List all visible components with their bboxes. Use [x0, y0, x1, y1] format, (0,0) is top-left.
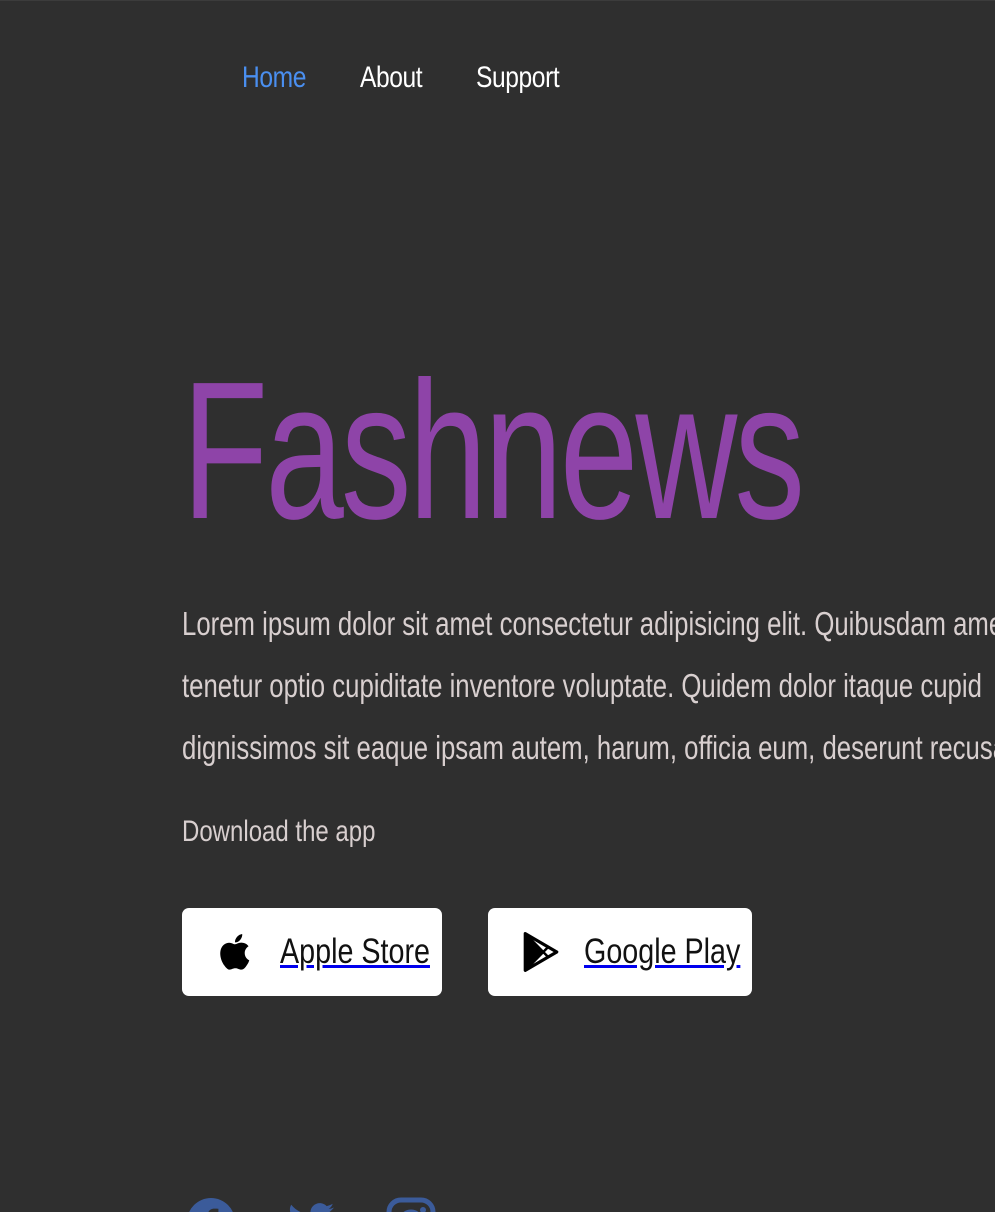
hero-paragraph-line: tenetur optio cupiditate inventore volup…	[182, 667, 982, 704]
apple-store-button[interactable]: Apple Store	[182, 908, 442, 996]
facebook-icon[interactable]	[186, 1197, 236, 1212]
google-play-label: Google Play	[584, 932, 741, 971]
apple-icon	[216, 931, 258, 973]
hero-paragraph-line: dignissimos sit eaque ipsam autem, harum…	[182, 729, 995, 766]
apple-store-label: Apple Store	[280, 932, 430, 971]
social-links	[186, 1197, 436, 1212]
nav-about-link[interactable]: About	[360, 61, 423, 95]
page: Home About Support Fashnews Lorem ipsum …	[0, 0, 995, 1212]
google-play-icon	[520, 931, 562, 973]
download-label: Download the app	[182, 815, 376, 848]
hero-paragraph-line: Lorem ipsum dolor sit amet consectetur a…	[182, 605, 995, 642]
instagram-icon[interactable]	[386, 1197, 436, 1212]
hero-paragraph: Lorem ipsum dolor sit amet consectetur a…	[182, 593, 995, 779]
google-play-button[interactable]: Google Play	[488, 908, 752, 996]
nav-support-link[interactable]: Support	[476, 61, 560, 95]
main-nav: Home About Support	[242, 61, 578, 95]
nav-home-link[interactable]: Home	[242, 61, 306, 95]
hero-title: Fashnews	[182, 341, 805, 560]
twitter-icon[interactable]	[286, 1197, 336, 1212]
